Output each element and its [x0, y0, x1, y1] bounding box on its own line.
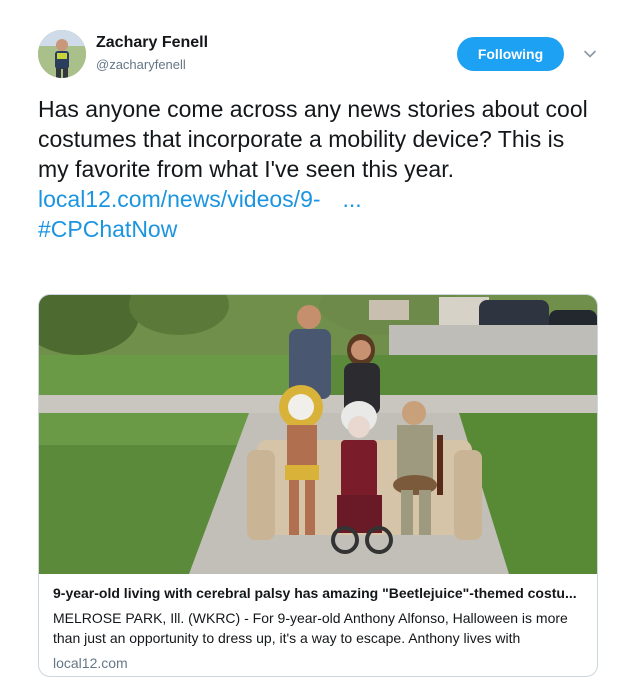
tweet-link[interactable]: local12.com/news/videos/9-... — [38, 184, 598, 214]
hashtag-link[interactable]: #CPChatNow — [38, 214, 598, 244]
link-card[interactable]: 9-year-old living with cerebral palsy ha… — [38, 294, 598, 677]
following-button[interactable]: Following — [457, 37, 564, 71]
tweet: Zachary Fenell @zacharyfenell Following … — [0, 0, 638, 692]
tweet-link-text[interactable]: local12.com/news/videos/9- — [38, 186, 321, 212]
card-body: 9-year-old living with cerebral palsy ha… — [53, 584, 585, 671]
card-description: MELROSE PARK, Ill. (WKRC) - For 9-year-o… — [53, 610, 568, 646]
card-domain: local12.com — [53, 655, 128, 671]
avatar[interactable] — [38, 30, 86, 78]
card-title[interactable]: 9-year-old living with cerebral palsy ha… — [53, 584, 585, 603]
tweet-link-ellipsis[interactable]: ... — [343, 186, 362, 212]
user-name[interactable]: Zachary Fenell — [96, 34, 208, 52]
tweet-text: Has anyone come across any news stories … — [38, 94, 598, 244]
user-handle[interactable]: @zacharyfenell — [96, 57, 186, 72]
card-image[interactable] — [39, 295, 597, 574]
tweet-body: Has anyone come across any news stories … — [38, 96, 588, 182]
chevron-down-icon[interactable] — [582, 46, 598, 62]
